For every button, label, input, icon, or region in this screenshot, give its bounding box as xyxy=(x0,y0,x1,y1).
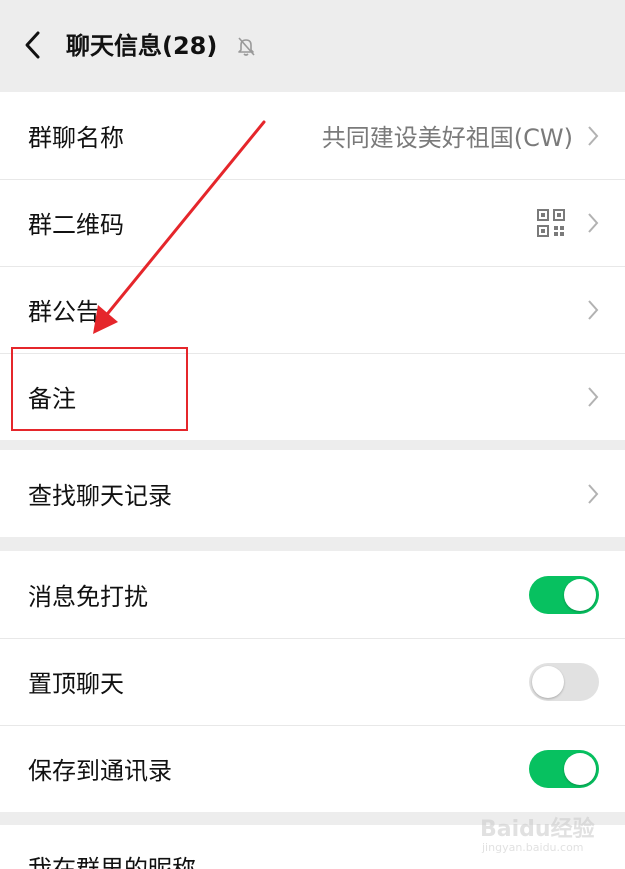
row-label: 查找聊天记录 xyxy=(28,482,172,510)
row-group-name[interactable]: 群聊名称 共同建设美好祖国(CW) xyxy=(0,92,625,179)
save-contacts-toggle[interactable] xyxy=(529,749,599,788)
chevron-right-icon xyxy=(585,298,601,322)
row-pin-chat: 置顶聊天 xyxy=(0,638,625,725)
qr-code-icon xyxy=(537,208,565,237)
toggles-section: 消息免打扰 置顶聊天 保存到通讯录 xyxy=(0,551,625,812)
page-title: 聊天信息(28) xyxy=(66,32,218,60)
chevron-right-icon xyxy=(585,385,601,409)
header-bar: 聊天信息(28) xyxy=(0,0,625,92)
row-label: 群二维码 xyxy=(28,211,124,239)
chevron-right-icon xyxy=(585,124,601,148)
group-info-section: 群聊名称 共同建设美好祖国(CW) 群二维码 群公告 备注 xyxy=(0,92,625,440)
row-search-history[interactable]: 查找聊天记录 xyxy=(0,450,625,537)
row-label: 备注 xyxy=(28,385,76,413)
chevron-right-icon xyxy=(585,211,601,235)
search-section: 查找聊天记录 xyxy=(0,450,625,537)
nickname-section: 我在群里的昵称 xyxy=(0,825,625,869)
do-not-disturb-toggle[interactable] xyxy=(529,575,599,614)
row-save-contacts: 保存到通讯录 xyxy=(0,725,625,812)
row-group-notice[interactable]: 群公告 xyxy=(0,266,625,353)
row-my-nickname[interactable]: 我在群里的昵称 xyxy=(0,825,625,869)
group-name-value: 共同建设美好祖国(CW) xyxy=(321,124,573,152)
row-label: 消息免打扰 xyxy=(28,583,148,611)
bell-off-icon xyxy=(238,37,255,56)
toggle-knob xyxy=(564,752,596,785)
row-label: 群聊名称 xyxy=(28,124,124,152)
row-label: 置顶聊天 xyxy=(28,670,124,698)
row-label: 保存到通讯录 xyxy=(28,757,172,785)
row-group-qrcode[interactable]: 群二维码 xyxy=(0,179,625,266)
row-do-not-disturb: 消息免打扰 xyxy=(0,551,625,638)
toggle-knob xyxy=(532,665,564,698)
pin-chat-toggle[interactable] xyxy=(529,662,599,701)
toggle-knob xyxy=(564,578,596,611)
row-label: 我在群里的昵称 xyxy=(28,855,196,869)
chevron-left-icon xyxy=(25,31,40,59)
back-button[interactable] xyxy=(16,28,50,62)
row-remark[interactable]: 备注 xyxy=(0,353,625,440)
chevron-right-icon xyxy=(585,482,601,506)
row-label: 群公告 xyxy=(28,298,100,326)
